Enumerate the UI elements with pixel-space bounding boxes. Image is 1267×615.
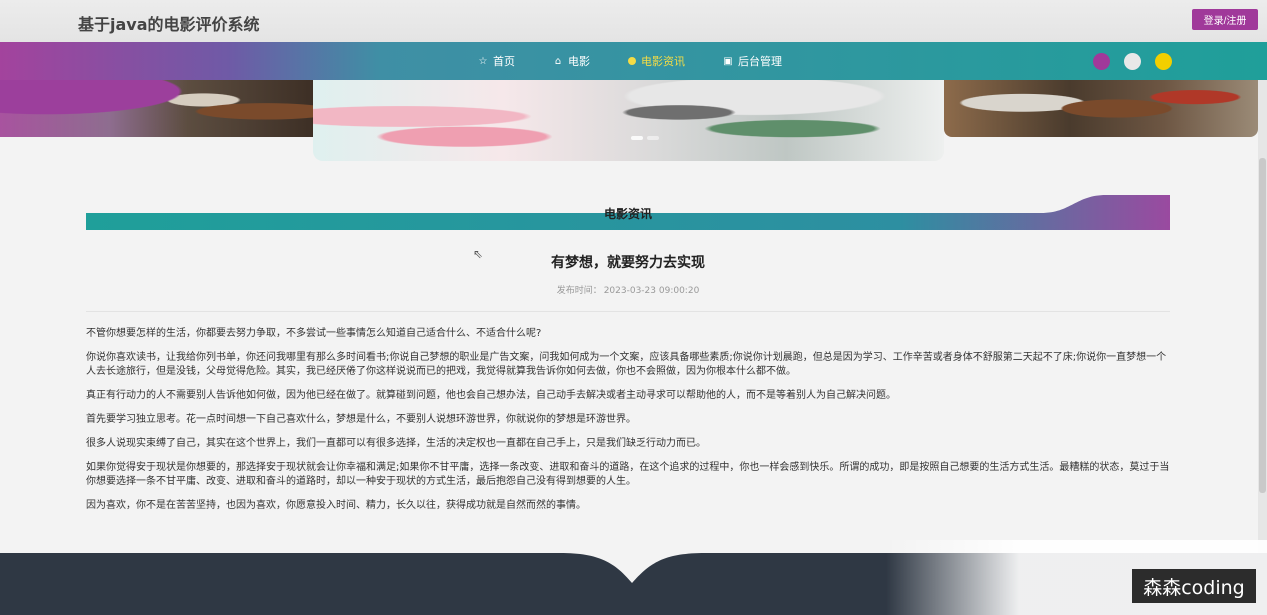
article-paragraph: 你说你喜欢读书，让我给你列书单，你还问我哪里有那么多时间看书;你说自己梦想的职业… bbox=[86, 352, 1167, 377]
article-paragraph: 首先要学习独立思考。花一点时间想一下自己喜欢什么，梦想是什么，不要别人说想环游世… bbox=[86, 414, 636, 425]
publish-info: 发布时间： 2023-03-23 09:00:20 bbox=[86, 283, 1170, 296]
nav-label-admin: 后台管理 bbox=[738, 55, 782, 68]
star-icon: ☆ bbox=[478, 55, 488, 67]
carousel-indicator-2[interactable] bbox=[647, 136, 659, 140]
nav-label-home: 首页 bbox=[493, 55, 515, 68]
banner-image-center[interactable] bbox=[313, 80, 944, 161]
nav-item-home[interactable]: ☆ 首页 bbox=[478, 53, 515, 69]
main-nav: ☆ 首页 ⌂ 电影 电影资讯 ▣ 后台管理 bbox=[0, 42, 1267, 80]
theme-purple-button[interactable] bbox=[1093, 53, 1110, 70]
home-icon: ⌂ bbox=[554, 55, 562, 67]
top-header: 基于java的电影评价系统 登录/注册 bbox=[0, 0, 1267, 42]
section-title: 电影资讯 bbox=[603, 207, 652, 221]
carousel-indicator-1[interactable] bbox=[631, 136, 643, 140]
mouse-cursor-icon: ⇖ bbox=[473, 247, 484, 261]
site-title: 基于java的电影评价系统 bbox=[78, 15, 260, 34]
watermark: 森森coding bbox=[1132, 569, 1256, 603]
divider bbox=[86, 311, 1170, 312]
article-paragraph: 因为喜欢，你不是在苦苦坚持，也因为喜欢，你愿意投入时间、精力，长久以往，获得成功… bbox=[86, 500, 586, 511]
nav-label-movies: 电影 bbox=[568, 55, 590, 68]
article-title: 有梦想，就要努力去实现 bbox=[551, 255, 705, 271]
article-paragraph: 不管你想要怎样的生活，你都要去努力争取，不多尝试一些事情怎么知道自己适合什么、不… bbox=[86, 328, 542, 339]
article-paragraph: 真正有行动力的人不需要别人告诉他如何做，因为他已经在做了。就算碰到问题，他也会自… bbox=[86, 390, 896, 401]
login-register-button[interactable]: 登录/注册 bbox=[1192, 9, 1258, 30]
nav-label-movie-news: 电影资讯 bbox=[641, 55, 685, 68]
news-detail: 电影资讯 有梦想，就要努力去实现 发布时间： 2023-03-23 09:00:2… bbox=[86, 195, 1170, 545]
publish-time: 2023-03-23 09:00:20 bbox=[603, 286, 700, 296]
nav-item-movies[interactable]: ⌂ 电影 bbox=[553, 53, 590, 69]
banner-carousel[interactable] bbox=[0, 80, 1267, 162]
banner-image-left[interactable] bbox=[0, 80, 313, 137]
theme-switcher bbox=[1093, 53, 1172, 70]
nav-item-movie-news[interactable]: 电影资讯 bbox=[628, 53, 685, 69]
publish-label: 发布时间： bbox=[556, 286, 602, 296]
banner-image-right[interactable] bbox=[944, 80, 1258, 137]
article-body: 不管你想要怎样的生活，你都要去努力争取，不多尝试一些事情怎么知道自己适合什么、不… bbox=[86, 327, 1170, 523]
section-header-bar: 电影资讯 bbox=[86, 195, 1170, 230]
theme-yellow-button[interactable] bbox=[1155, 53, 1172, 70]
article-paragraph: 很多人说现实束缚了自己，其实在这个世界上，我们一直都可以有很多选择，生活的决定权… bbox=[86, 438, 706, 449]
theme-white-button[interactable] bbox=[1124, 53, 1141, 70]
doc-icon: ▣ bbox=[723, 55, 733, 67]
scrollbar-thumb[interactable] bbox=[1259, 158, 1266, 493]
nav-item-admin[interactable]: ▣ 后台管理 bbox=[723, 53, 782, 69]
dot-icon bbox=[628, 57, 636, 65]
article-paragraph: 如果你觉得安于现状是你想要的，那选择安于现状就会让你幸福和满足;如果你不甘平庸，… bbox=[86, 462, 1170, 487]
